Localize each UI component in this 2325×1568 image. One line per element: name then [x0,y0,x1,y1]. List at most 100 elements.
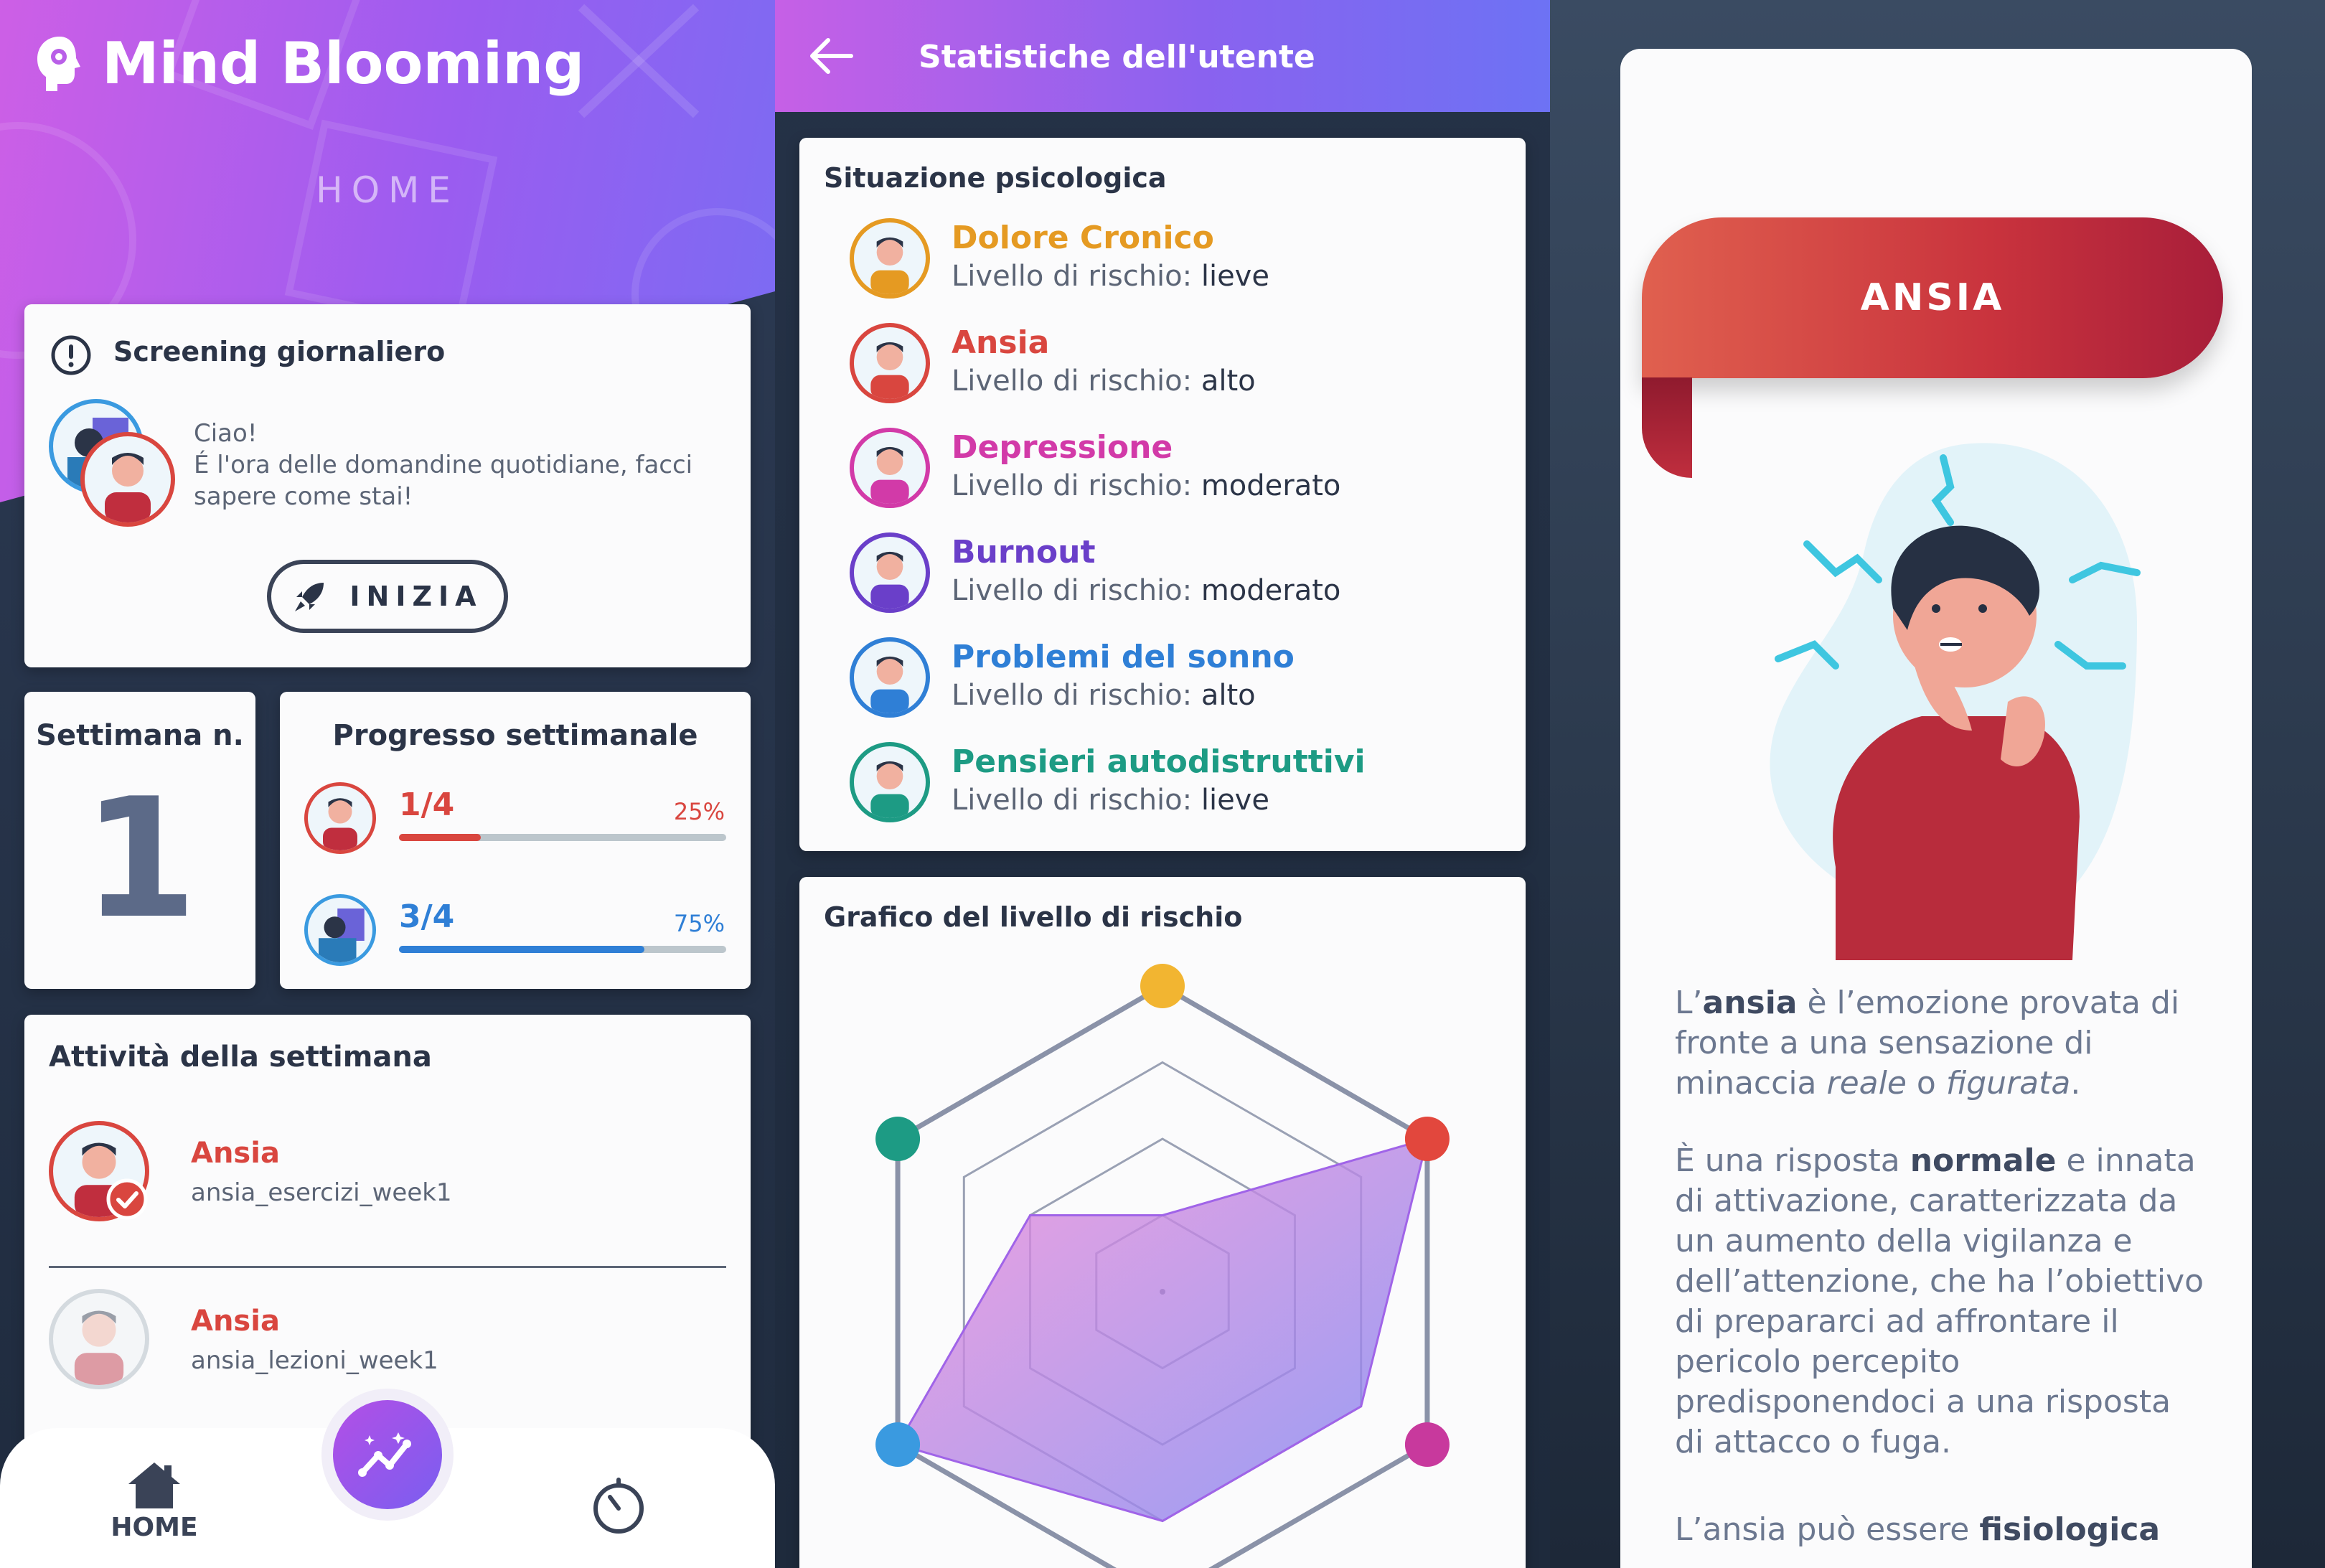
condition-avatar [850,428,930,508]
activity-subtitle: ansia_lezioni_week1 [191,1346,438,1375]
article-title: ANSIA [1860,276,2005,319]
activity-subtitle: ansia_esercizi_week1 [191,1178,452,1207]
risk-level: alto [1201,365,1256,398]
radar-data-area [896,1137,1429,1523]
activities-title: Attività della settimana [49,1041,432,1074]
decor-square [284,119,498,333]
screening-text: É l'ora delle domandine quotidiane, facc… [194,451,693,511]
home-icon [128,1463,180,1508]
condition-risk: Livello di rischio: lieve [952,260,1269,293]
article-paragraph: È una risposta normale e innata di attiv… [1675,1141,2206,1463]
article-paragraph: L’ansia è l’emozione provata di fronte a… [1675,983,2206,1104]
anxious-person-illustration [1770,443,2141,960]
condition-risk: Livello di rischio: alto [952,365,1256,398]
condition-name: Problemi del sonno [952,639,1295,675]
risk-level: alto [1201,679,1256,712]
anxiety-avatar [304,782,376,854]
condition-risk: Livello di rischio: moderato [952,574,1340,607]
text-run: L’ansia può essere [1675,1511,1980,1548]
screening-card: Screening giornaliero Ciao! É l'ora dell… [24,304,751,667]
start-screening-button[interactable]: INIZIA [267,560,508,633]
nav-home[interactable]: HOME [108,1460,201,1542]
risk-level: lieve [1201,784,1269,817]
progress-bar-fill [399,946,644,953]
page-title: Statistiche dell'utente [919,39,1315,75]
week-card: Settimana n. 1 [24,692,255,989]
weekly-progress-card: Progresso settimanale 1/4 25% 3/4 75% [280,692,751,989]
check-badge-icon [106,1178,148,1220]
condition-item[interactable]: Dolore Cronico Livello di rischio: lieve [850,218,1510,309]
condition-item[interactable]: Pensieri autodistruttivi Livello di risch… [850,742,1510,832]
anxiety-avatar [49,1289,149,1389]
radar-axis-marker [875,1422,921,1467]
activity-title: Ansia [191,1305,280,1338]
screening-message: Ciao! É l'ora delle domandine quotidiane… [194,418,710,512]
condition-risk: Livello di rischio: moderato [952,469,1340,502]
text-run: È una risposta [1675,1142,1910,1179]
condition-risk: Livello di rischio: alto [952,679,1256,712]
risk-prefix: Livello di rischio: [952,260,1193,293]
brain-head-icon [37,36,80,91]
list-item[interactable]: Ansia ansia_lezioni_week1 [49,1289,726,1402]
risk-prefix: Livello di rischio: [952,574,1193,607]
progress-bar [399,946,726,953]
sleep-avatar [304,894,376,966]
list-item[interactable]: Ansia ansia_esercizi_week1 [49,1121,726,1234]
risk-level: moderato [1201,469,1341,502]
article-card: ANSIA L’ansia è l’emozione provata di fr… [1620,49,2252,1568]
risk-level: lieve [1201,260,1269,293]
condition-avatar [850,532,930,613]
risk-prefix: Livello di rischio: [952,365,1193,398]
progress-percent: 75% [673,910,725,937]
nav-home-label: HOME [111,1513,198,1542]
text-run-italic: reale [1826,1065,1907,1102]
text-run-bold: ansia [1702,985,1798,1021]
risk-level: moderato [1201,574,1341,607]
condition-risk: Livello di rischio: lieve [952,784,1269,817]
text-run: e innata di attivazione, caratterizzata … [1675,1142,2204,1460]
nav-timer-icon[interactable] [588,1475,649,1536]
condition-name: Pensieri autodistruttivi [952,743,1366,780]
title-ribbon: ANSIA [1642,217,2223,378]
week-label: Settimana n. [36,719,244,752]
situation-title: Situazione psicologica [824,162,1167,194]
condition-avatar [850,742,930,822]
anxiety-avatar [80,432,175,527]
condition-item[interactable]: Burnout Livello di rischio: moderato [850,532,1510,623]
radar-axis-marker [1404,1117,1450,1161]
page-title: HOME [316,169,459,211]
stats-screen: Statistiche dell'utente Situazione psico… [775,0,1550,1568]
text-run-italic: figurata [1945,1065,2071,1102]
back-arrow-icon[interactable] [808,36,854,76]
radar-axis-marker [1404,1422,1450,1467]
text-run: . [2070,1065,2081,1102]
condition-avatar [850,323,930,403]
risk-prefix: Livello di rischio: [952,679,1193,712]
condition-name: Depressione [952,429,1173,466]
condition-avatar [850,218,930,299]
text-run-bold: normale [1910,1142,2057,1179]
text-run-bold: fisiologica [1979,1511,2161,1548]
article-screen: ANSIA L’ansia è l’emozione provata di fr… [1550,0,2325,1568]
stats-top-bar: Statistiche dell'utente [775,0,1550,112]
progress-percent: 25% [673,798,725,825]
condition-item[interactable]: Ansia Livello di rischio: alto [850,323,1510,413]
condition-item[interactable]: Problemi del sonno Livello di rischio: al… [850,637,1510,728]
text-run: o [1906,1065,1946,1102]
progress-title: Progresso settimanale [332,719,698,752]
progress-fraction: 1/4 [399,787,455,823]
radar-axis-marker [1140,964,1185,1008]
condition-avatar [850,637,930,718]
stats-fab-button[interactable] [321,1389,454,1521]
radar-axis-marker [875,1117,921,1161]
chart-sparkle-icon [358,1432,411,1477]
week-number: 1 [82,764,198,955]
risk-chart-card: Grafico del livello di rischio [799,877,1526,1568]
home-screen: Mind Blooming HOME Screening giornaliero… [0,0,775,1568]
condition-item[interactable]: Depressione Livello di rischio: moderato [850,428,1510,518]
progress-fraction: 3/4 [399,898,455,935]
screening-title: Screening giornaliero [113,336,446,367]
brand: Mind Blooming [34,30,584,97]
divider [49,1266,726,1268]
condition-name: Dolore Cronico [952,220,1214,256]
